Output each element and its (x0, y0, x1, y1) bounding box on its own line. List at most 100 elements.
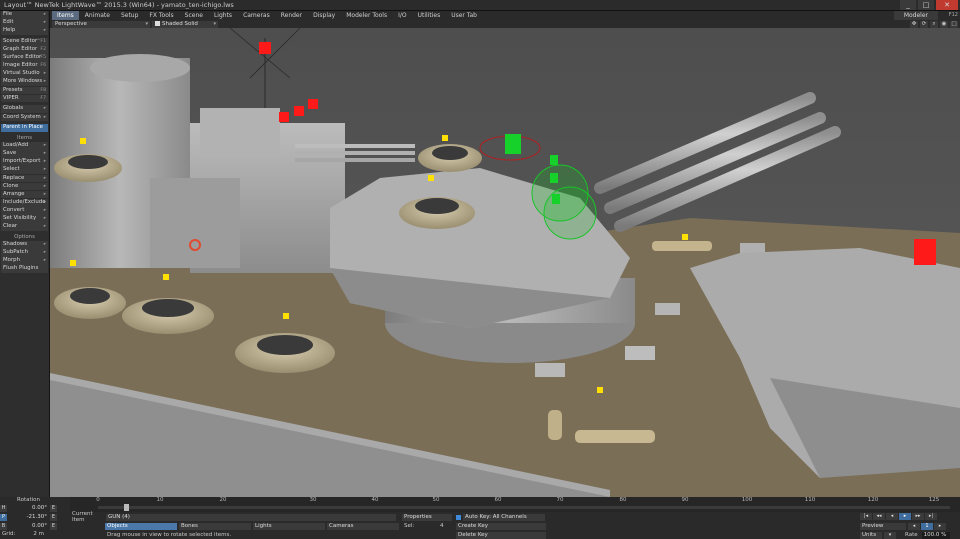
null-red-aft[interactable] (914, 239, 936, 265)
sidebar-item-replace[interactable]: Replace ▸ (1, 174, 48, 183)
tab-cameras[interactable]: Cameras (238, 11, 275, 20)
sidebar-item-import-export[interactable]: Import/Export ▸ (1, 158, 48, 167)
sidebar-item-edit[interactable]: Edit ▸ (1, 19, 48, 27)
sidebar-item-presets[interactable]: Presets F8 (1, 86, 48, 95)
tab-display[interactable]: Display (308, 11, 340, 20)
move-view-icon[interactable]: ✥ (910, 20, 918, 28)
delete-key-button[interactable]: Delete Key (456, 531, 546, 539)
play-icon[interactable]: ▸ (899, 512, 911, 520)
bank-envelope-button[interactable]: E (50, 522, 57, 530)
sidebar-item-coord-system[interactable]: Coord System ▸ (1, 113, 48, 122)
null-yellow-5[interactable] (163, 274, 169, 280)
tab-user[interactable]: User Tab (446, 11, 482, 20)
step-value[interactable]: 1 (921, 522, 933, 530)
timeline-scrubber[interactable] (124, 504, 129, 511)
sidebar-item-load-add[interactable]: Load/Add ▸ (1, 142, 48, 150)
maximize-view-icon[interactable]: □ (950, 20, 958, 28)
sidebar-item-parent-in-place[interactable]: Parent in Place (1, 124, 48, 133)
sidebar-item-select[interactable]: Select ▸ (1, 166, 48, 175)
heading-value[interactable]: 0.00° (9, 505, 47, 511)
tab-scene[interactable]: Scene (180, 11, 208, 20)
sidebar-item-subpatch[interactable]: SubPatch ▸ (1, 248, 48, 257)
sidebar-item-viper[interactable]: VIPER F7 (1, 94, 48, 103)
timeline-track[interactable] (98, 506, 950, 509)
null-yellow-6[interactable] (283, 313, 289, 319)
rotate-view-icon[interactable]: ⟳ (920, 20, 928, 28)
gun-null-2[interactable] (550, 173, 558, 183)
pitch-envelope-button[interactable]: E (50, 513, 57, 521)
prev-key-icon[interactable]: ◂◂ (873, 512, 885, 520)
sidebar-item-set-visibility[interactable]: Set Visibility ▸ (1, 214, 48, 223)
modeler-button[interactable]: Modeler (893, 11, 938, 20)
sidebar-item-shadows[interactable]: Shadows ▸ (1, 240, 48, 249)
null-yellow-1[interactable] (80, 138, 86, 144)
sidebar-item-graph-editor[interactable]: Graph Editor F2 (1, 46, 48, 54)
close-button[interactable]: ✕ (936, 0, 958, 10)
create-key-button[interactable]: Create Key (456, 522, 546, 530)
step-forward-icon[interactable]: ▸ (934, 522, 946, 530)
sidebar-item-flush-plugins[interactable]: Flush Plugins (1, 265, 48, 273)
timeline[interactable]: 0 10 20 30 40 50 60 70 80 90 100 110 120… (70, 497, 960, 512)
sidebar-item-arrange[interactable]: Arrange ▸ (1, 190, 48, 199)
gun-null-3[interactable] (552, 194, 560, 204)
perspective-viewport[interactable]: Perspective Shaded Solid ✥ ⟳ ⌕ ◉ □ (50, 20, 960, 497)
null-yellow-2[interactable] (442, 135, 448, 141)
pitch-value[interactable]: -21.30° (9, 514, 47, 520)
sidebar-item-save[interactable]: Save ▸ (1, 150, 48, 159)
bank-axis-button[interactable]: B (0, 522, 7, 530)
sidebar-item-surface-editor[interactable]: Surface Editor F5 (1, 54, 48, 62)
objects-button[interactable]: Objects (105, 522, 177, 530)
shading-checkbox[interactable] (155, 20, 160, 26)
properties-button[interactable]: Properties (402, 513, 452, 521)
rate-field[interactable]: 100.0 % (921, 531, 950, 539)
camera-view-icon[interactable]: ◉ (940, 20, 948, 28)
null-yellow-7[interactable] (597, 387, 603, 393)
lights-button[interactable]: Lights (253, 522, 325, 530)
current-item-dropdown[interactable]: GUN (4) (106, 513, 396, 521)
units-dropdown[interactable]: Units (860, 531, 882, 539)
sidebar-item-virtual-studio[interactable]: Virtual Studio ▸ (1, 70, 48, 79)
bank-value[interactable]: 0.00° (9, 523, 47, 529)
null-yellow-4[interactable] (70, 260, 76, 266)
sidebar-item-file[interactable]: File ▸ (1, 11, 48, 19)
tab-setup[interactable]: Setup (116, 11, 143, 20)
heading-envelope-button[interactable]: E (50, 504, 57, 512)
next-key-icon[interactable]: ▸▸ (912, 512, 924, 520)
tab-items[interactable]: Items (52, 11, 79, 20)
pitch-axis-button[interactable]: P (0, 513, 7, 521)
go-end-icon[interactable]: ▸| (925, 512, 937, 520)
tab-utilities[interactable]: Utilities (413, 11, 446, 20)
heading-axis-button[interactable]: H (0, 504, 7, 512)
zoom-view-icon[interactable]: ⌕ (930, 20, 938, 28)
tab-fx-tools[interactable]: FX Tools (144, 11, 178, 20)
play-back-icon[interactable]: ◂ (886, 512, 898, 520)
sidebar-item-more-windows[interactable]: More Windows ▸ (1, 78, 48, 87)
sidebar-item-globals[interactable]: Globals ▸ (1, 105, 48, 114)
tab-modeler-tools[interactable]: Modeler Tools (341, 11, 392, 20)
cameras-button[interactable]: Cameras (327, 522, 399, 530)
tab-render[interactable]: Render (276, 11, 307, 20)
sidebar-item-scene-editor[interactable]: Scene Editor ^F1 (1, 37, 48, 46)
auto-key-checkbox[interactable] (456, 514, 461, 520)
null-red-director-1[interactable] (279, 112, 289, 122)
sidebar-item-clone[interactable]: Clone ▸ (1, 182, 48, 191)
gun-pivot-selected[interactable] (505, 134, 521, 154)
tab-animate[interactable]: Animate (80, 11, 115, 20)
units-arrow-icon[interactable]: ▾ (884, 531, 896, 539)
tab-lights[interactable]: Lights (209, 11, 237, 20)
null-red-mast[interactable] (259, 42, 271, 54)
sidebar-item-include-exclude[interactable]: Include/Exclude ▸ (1, 198, 48, 207)
view-mode-dropdown[interactable]: Perspective (52, 20, 150, 28)
auto-key-dropdown[interactable]: Auto Key: All Channels (463, 513, 545, 521)
sidebar-item-morph[interactable]: Morph ▸ (1, 257, 48, 265)
null-yellow-8[interactable] (682, 234, 688, 240)
gun-null-1[interactable] (550, 155, 558, 165)
null-red-director-2[interactable] (294, 106, 304, 116)
sidebar-item-clear[interactable]: Clear ▸ (1, 223, 48, 231)
minimize-button[interactable]: _ (900, 0, 916, 10)
preview-dropdown[interactable]: Preview (860, 522, 906, 530)
null-yellow-3[interactable] (428, 175, 434, 181)
bones-button[interactable]: Bones (179, 522, 251, 530)
sidebar-item-convert[interactable]: Convert ▸ (1, 206, 48, 215)
shading-dropdown[interactable]: Shaded Solid (152, 20, 218, 28)
